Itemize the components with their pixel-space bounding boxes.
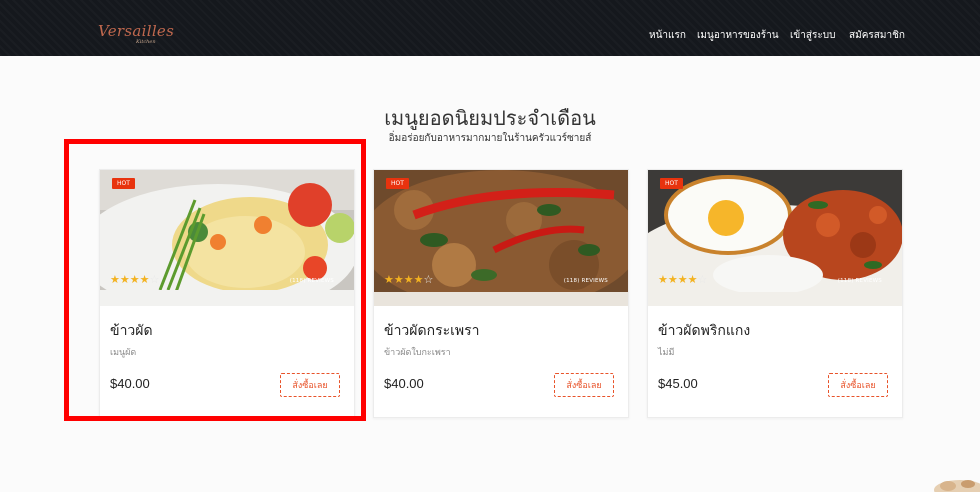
hot-badge: HOT [660, 178, 683, 189]
order-button[interactable]: สั่งซื้อเลย [554, 373, 614, 397]
dish-description: ไม่มี [658, 348, 675, 358]
review-count: (118) REVIEWS [289, 278, 334, 284]
nav-link-register[interactable]: สมัครสมาชิก [849, 28, 905, 43]
section-title: เมนูยอดนิยมประจำเดือน [384, 108, 596, 130]
nav-link-home[interactable]: หน้าแรก [649, 28, 686, 43]
dish-price: $45.00 [658, 376, 698, 391]
decorative-food-image [934, 480, 980, 492]
nav-link-login[interactable]: เข้าสู่ระบบ [790, 28, 835, 43]
site-logo-subtitle: Kitchen [136, 39, 156, 45]
hot-badge: HOT [112, 178, 135, 189]
site-logo[interactable]: Versailles [98, 22, 174, 40]
review-count: (118) REVIEWS [837, 278, 882, 284]
menu-card-curry-rice[interactable]: HOT ★★★★☆ (118) REVIEWS ข้าวผัดพริกแกง ไ… [647, 169, 903, 418]
hot-badge: HOT [386, 178, 409, 189]
rating-stars: ★★★★☆ [110, 273, 160, 286]
order-button[interactable]: สั่งซื้อเลย [828, 373, 888, 397]
dish-image[interactable]: HOT ★★★★☆ (118) REVIEWS [374, 170, 628, 306]
menu-card-basil-rice[interactable]: HOT ★★★★☆ (118) REVIEWS ข้าวผัดกระเพรา ข… [373, 169, 629, 418]
review-count: (118) REVIEWS [563, 278, 608, 284]
rating-stars: ★★★★☆ [384, 273, 434, 286]
dish-name[interactable]: ข้าวผัดกระเพรา [384, 320, 480, 342]
rating-stars: ★★★★☆ [658, 273, 708, 286]
dish-description: ข้าวผัดใบกะเพรา [384, 348, 451, 358]
nav-link-menu[interactable]: เมนูอาหารของร้าน [697, 28, 779, 43]
dish-price: $40.00 [384, 376, 424, 391]
dish-name[interactable]: ข้าวผัดพริกแกง [658, 320, 750, 342]
dish-image[interactable]: HOT ★★★★☆ (118) REVIEWS [648, 170, 902, 306]
